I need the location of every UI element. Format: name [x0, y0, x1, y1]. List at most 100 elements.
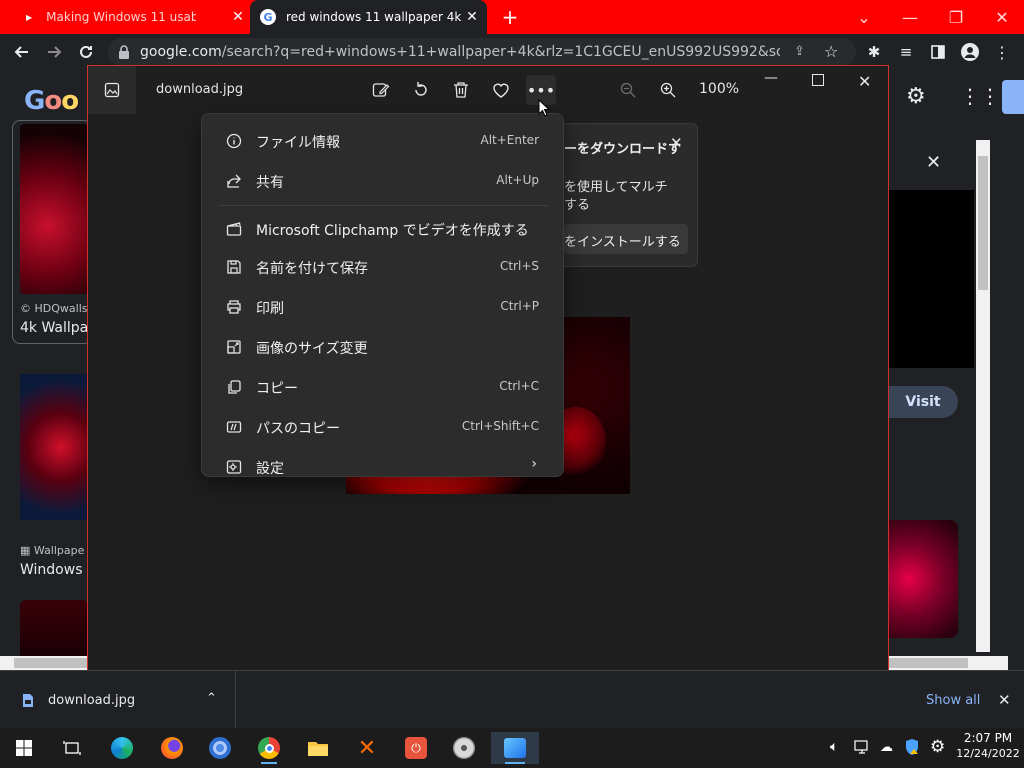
- notification-title: ーをダウンロードす: [564, 142, 682, 157]
- network-icon[interactable]: [854, 740, 872, 754]
- gallery-icon: [104, 82, 120, 98]
- menu-item-shortcut: Ctrl+P: [500, 299, 539, 313]
- menu-item-shortcut: Ctrl+S: [499, 259, 539, 273]
- chevron-right-icon: ›: [531, 456, 537, 472]
- reload-icon[interactable]: [72, 38, 100, 66]
- visit-button[interactable]: Visit: [888, 386, 958, 418]
- extensions-icon[interactable]: ✱: [860, 38, 888, 66]
- settings-gear-icon[interactable]: ⚙: [906, 84, 926, 109]
- file-icon: [23, 694, 33, 707]
- tab-google-search[interactable]: G red windows 11 wallpaper 4k - G ✕: [250, 0, 487, 34]
- power-app-icon[interactable]: ⏻: [396, 732, 436, 764]
- lock-icon: [118, 45, 130, 59]
- show-all-link[interactable]: Show all: [926, 693, 980, 708]
- youtube-icon: ▶: [26, 12, 33, 22]
- minimize-icon[interactable]: —: [886, 0, 934, 34]
- url-path: /search?q=red+windows+11+wallpaper+4k&rl…: [221, 44, 780, 60]
- file-explorer-icon[interactable]: [298, 732, 338, 764]
- menu-item-file-info[interactable]: ファイル情報 Alt+Enter: [202, 121, 563, 161]
- minimize-icon[interactable]: —: [764, 70, 784, 86]
- new-tab-button[interactable]: +: [498, 5, 522, 29]
- zoom-out-icon[interactable]: [613, 75, 643, 105]
- print-icon: [227, 300, 241, 314]
- menu-item-settings[interactable]: 設定 ›: [202, 447, 563, 476]
- favorite-heart-icon[interactable]: [486, 75, 516, 105]
- wallpaper-thumbnail[interactable]: [20, 124, 88, 294]
- media-controls-icon[interactable]: ≡: [892, 38, 920, 66]
- close-download-bar-icon[interactable]: ✕: [998, 691, 1011, 709]
- volume-icon[interactable]: 🔈︎: [830, 739, 838, 755]
- clock-time: 2:07 PM: [963, 731, 1013, 745]
- scrollbar-thumb[interactable]: [978, 156, 988, 290]
- side-panel-icon[interactable]: [924, 38, 952, 66]
- tab-title: red windows 11 wallpaper 4k - G: [286, 10, 462, 24]
- menu-item-label: Microsoft Clipchamp でビデオを作成する: [256, 223, 529, 239]
- delete-icon[interactable]: [446, 75, 476, 105]
- share-icon: [227, 174, 241, 188]
- download-item[interactable]: download.jpg ⌃: [0, 671, 236, 729]
- copy-icon: [228, 380, 241, 394]
- restore-icon[interactable]: ❐: [932, 0, 980, 34]
- start-button[interactable]: [4, 732, 44, 764]
- mouse-cursor-icon: [538, 99, 550, 117]
- notification-body-line2: する: [564, 198, 591, 213]
- firefox-icon[interactable]: [152, 732, 192, 764]
- close-icon[interactable]: ✕: [926, 152, 941, 173]
- menu-item-print[interactable]: 印刷 Ctrl+P: [202, 287, 563, 327]
- image-title[interactable]: Windows 1: [20, 562, 96, 578]
- clock[interactable]: 2:07 PM 12/24/2022: [956, 731, 1020, 760]
- wallpaper-thumbnail[interactable]: [20, 374, 88, 520]
- active-indicator: [261, 762, 277, 764]
- menu-item-copy-path[interactable]: パスのコピー Ctrl+Shift+C: [202, 407, 563, 447]
- menu-item-share[interactable]: 共有 Alt+Up: [202, 161, 563, 201]
- close-window-icon[interactable]: ✕: [858, 72, 871, 91]
- tab-close-icon[interactable]: ✕: [230, 9, 246, 25]
- task-view-icon[interactable]: [52, 732, 92, 764]
- forward-icon[interactable]: [40, 38, 68, 66]
- close-icon[interactable]: ✕: [670, 134, 683, 152]
- windows-taskbar: ✕ ⏻ 🔈︎ ☁ ⚙ 2:07 PM 12/24/2022: [0, 728, 1024, 768]
- security-shield-icon[interactable]: [904, 738, 920, 756]
- tab-close-icon[interactable]: ✕: [464, 9, 480, 25]
- chevron-down-icon[interactable]: ⌄: [840, 0, 888, 34]
- save-icon: [227, 260, 241, 274]
- kebab-menu-icon[interactable]: ⋮: [988, 38, 1016, 66]
- chevron-up-icon[interactable]: ⌃: [206, 691, 217, 706]
- sign-in-edge[interactable]: [1002, 80, 1024, 114]
- maximize-icon[interactable]: [812, 74, 824, 86]
- chromium-icon[interactable]: [200, 732, 240, 764]
- rotate-icon[interactable]: [406, 75, 436, 105]
- install-button[interactable]: をインストールする: [564, 224, 688, 254]
- profile-avatar-icon[interactable]: [956, 38, 984, 66]
- close-window-icon[interactable]: ✕: [978, 0, 1024, 34]
- menu-item-clipchamp[interactable]: Microsoft Clipchamp でビデオを作成する: [202, 209, 563, 249]
- clock-date: 12/24/2022: [956, 747, 1020, 760]
- address-bar[interactable]: google.com/search?q=red+windows+11+wallp…: [108, 38, 856, 66]
- zoom-level[interactable]: 100%: [699, 81, 739, 97]
- zoom-in-icon[interactable]: [653, 75, 683, 105]
- photos-app-icon[interactable]: [491, 732, 539, 764]
- disc-app-icon[interactable]: [444, 732, 484, 764]
- settings-gear-icon[interactable]: ⚙: [930, 737, 945, 757]
- menu-item-save-as[interactable]: 名前を付けて保存 Ctrl+S: [202, 247, 563, 287]
- gallery-button[interactable]: [88, 66, 136, 114]
- menu-item-copy[interactable]: コピー Ctrl+C: [202, 367, 563, 407]
- wallpaper-thumbnail[interactable]: [888, 520, 958, 638]
- file-name: download.jpg: [156, 82, 244, 97]
- google-icon: G: [260, 9, 276, 25]
- menu-item-resize[interactable]: 画像のサイズ変更: [202, 327, 563, 367]
- crossover-app-icon[interactable]: ✕: [347, 732, 387, 764]
- share-page-icon[interactable]: ⇪: [794, 44, 805, 59]
- tab-youtube[interactable]: ▶ Making Windows 11 usable - Yo ✕: [8, 0, 248, 34]
- back-icon[interactable]: [8, 38, 36, 66]
- edge-icon[interactable]: [102, 732, 142, 764]
- url-text: google.com/search?q=red+windows+11+wallp…: [140, 44, 780, 60]
- onedrive-offline-icon[interactable]: ☁: [880, 740, 893, 755]
- chrome-icon[interactable]: [249, 732, 289, 764]
- menu-item-label: パスのコピー: [256, 421, 340, 437]
- active-indicator: [505, 762, 525, 764]
- bookmark-star-icon[interactable]: ☆: [824, 42, 838, 61]
- edit-image-icon[interactable]: [366, 75, 396, 105]
- image-title[interactable]: 4k Wallpap: [20, 320, 97, 336]
- apps-grid-icon[interactable]: ⋮⋮: [960, 84, 1000, 108]
